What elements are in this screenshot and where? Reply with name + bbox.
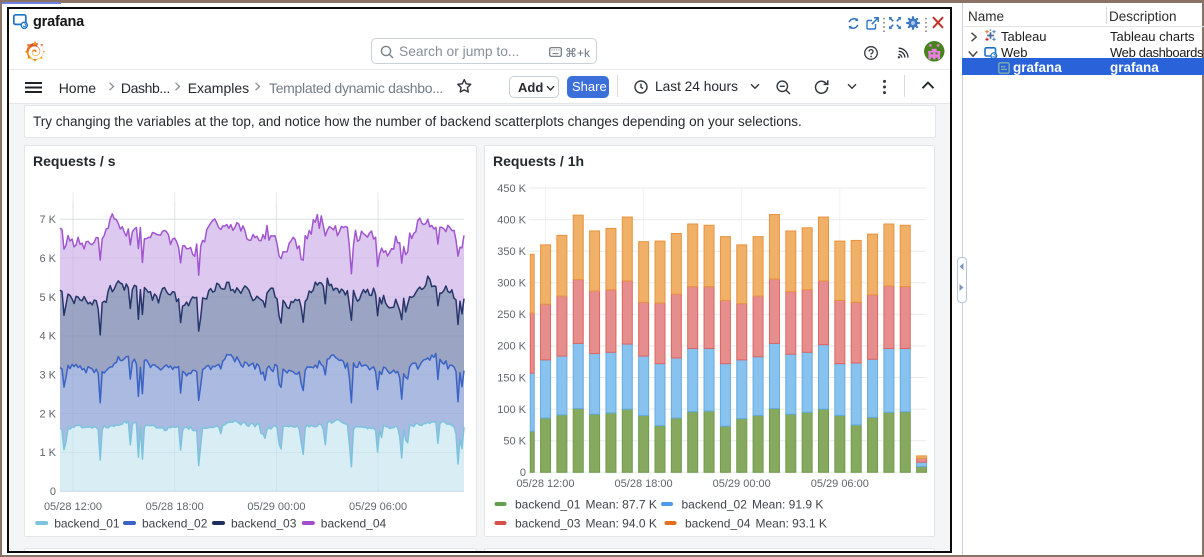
svg-text:150 K: 150 K	[497, 372, 526, 384]
svg-text:backend_02: backend_02	[142, 517, 208, 531]
svg-text:Requests / s: Requests / s	[33, 153, 116, 169]
svg-text:300 K: 300 K	[497, 278, 526, 290]
svg-text:Mean: 94.0 K: Mean: 94.0 K	[586, 517, 657, 531]
svg-text:backend_01: backend_01	[515, 498, 581, 512]
svg-text:Mean: 87.7 K: Mean: 87.7 K	[586, 498, 657, 512]
svg-text:05/29 06:00: 05/29 06:00	[349, 501, 407, 513]
svg-text:Mean: 93.1 K: Mean: 93.1 K	[756, 517, 827, 531]
svg-text:backend_01: backend_01	[54, 517, 120, 531]
svg-text:backend_03: backend_03	[515, 517, 581, 531]
svg-text:350 K: 350 K	[497, 246, 526, 258]
svg-text:3 K: 3 K	[39, 370, 56, 382]
svg-text:Mean: 91.9 K: Mean: 91.9 K	[752, 498, 823, 512]
svg-text:100 K: 100 K	[497, 404, 526, 416]
svg-text:backend_03: backend_03	[231, 517, 297, 531]
svg-text:50 K: 50 K	[503, 436, 526, 448]
svg-text:250 K: 250 K	[497, 309, 526, 321]
svg-text:1 K: 1 K	[39, 447, 56, 459]
svg-text:7 K: 7 K	[39, 214, 56, 226]
svg-text:0: 0	[50, 486, 56, 498]
svg-text:450 K: 450 K	[497, 183, 526, 195]
svg-text:05/28 12:00: 05/28 12:00	[516, 478, 574, 490]
svg-text:05/29 06:00: 05/29 06:00	[811, 478, 869, 490]
svg-text:05/28 18:00: 05/28 18:00	[146, 501, 204, 513]
svg-text:2 K: 2 K	[39, 408, 56, 420]
svg-text:05/28 12:00: 05/28 12:00	[44, 501, 102, 513]
svg-text:05/28 18:00: 05/28 18:00	[615, 478, 673, 490]
svg-text:backend_04: backend_04	[685, 517, 751, 531]
svg-text:backend_02: backend_02	[682, 498, 748, 512]
svg-text:5 K: 5 K	[39, 292, 56, 304]
svg-text:backend_04: backend_04	[321, 517, 387, 531]
svg-text:05/29 00:00: 05/29 00:00	[247, 501, 305, 513]
svg-text:05/29 00:00: 05/29 00:00	[713, 478, 771, 490]
svg-text:6 K: 6 K	[39, 253, 56, 265]
svg-text:4 K: 4 K	[39, 331, 56, 343]
svg-text:200 K: 200 K	[497, 341, 526, 353]
svg-text:Requests / 1h: Requests / 1h	[493, 153, 584, 169]
svg-text:400 K: 400 K	[497, 214, 526, 226]
